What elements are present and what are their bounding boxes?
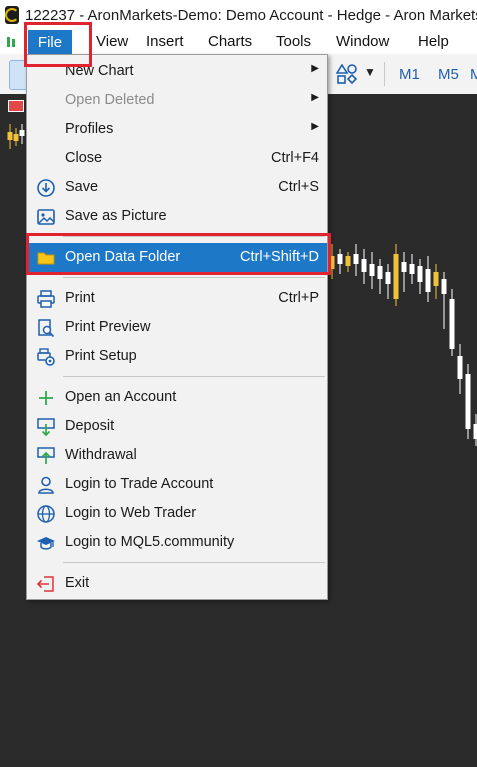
exit-icon (35, 573, 57, 595)
menu-separator (63, 236, 325, 237)
timeframe-m5[interactable]: M5 (438, 66, 459, 83)
candle-body (337, 254, 343, 264)
menu-insert[interactable]: Insert (146, 33, 184, 50)
menu-item-profiles[interactable]: Profiles ▶ (27, 115, 327, 144)
save-icon (35, 177, 57, 199)
menu-item-new-chart[interactable]: New Chart ▶ (27, 57, 327, 86)
shortcut-label: Ctrl+P (278, 290, 319, 306)
print-setup-icon (35, 346, 57, 368)
printer-icon (35, 288, 57, 310)
menu-item-login-trade-account[interactable]: Login to Trade Account (27, 470, 327, 499)
candle-body (465, 374, 471, 429)
shapes-icon[interactable] (336, 64, 358, 84)
candle-body (353, 254, 359, 264)
menu-item-deposit[interactable]: Deposit (27, 412, 327, 441)
timeframe-m1[interactable]: M1 (399, 66, 420, 83)
menu-window[interactable]: Window (336, 33, 389, 50)
menu-item-close[interactable]: Close Ctrl+F4 (27, 144, 327, 173)
menu-help[interactable]: Help (418, 33, 449, 50)
menu-separator (63, 376, 325, 377)
timeframe-more[interactable]: M (470, 66, 477, 83)
candle-body (409, 264, 415, 274)
file-menu-dropdown: New Chart ▶ Open Deleted ▶ Profiles ▶ Cl… (26, 54, 328, 600)
shortcut-label: Ctrl+Shift+D (240, 249, 319, 265)
candle-body (449, 299, 455, 349)
menu-separator (63, 277, 325, 278)
submenu-arrow-icon: ▶ (311, 92, 319, 103)
candle-body (457, 356, 463, 379)
app-logo-icon (5, 6, 19, 24)
candle-body (473, 424, 477, 439)
title-bar: 122237 - AronMarkets-Demo: Demo Account … (0, 0, 477, 30)
menu-charts[interactable]: Charts (208, 33, 252, 50)
menu-item-save-as-picture[interactable]: Save as Picture (27, 202, 327, 231)
deposit-icon (35, 416, 57, 438)
shortcut-label: Ctrl+F4 (271, 150, 319, 166)
menu-item-open-data-folder[interactable]: Open Data Folder Ctrl+Shift+D (27, 243, 327, 272)
candle-body (425, 269, 431, 292)
menu-item-print-preview[interactable]: Print Preview (27, 313, 327, 342)
candle-body (19, 130, 25, 136)
candle-body (369, 264, 375, 276)
submenu-arrow-icon: ▶ (311, 63, 319, 74)
plus-icon (35, 387, 57, 409)
shortcut-label: Ctrl+S (278, 179, 319, 195)
print-preview-icon (35, 317, 57, 339)
candle-body (433, 272, 439, 286)
user-icon (35, 474, 57, 496)
menu-item-print[interactable]: Print Ctrl+P (27, 284, 327, 313)
menu-item-exit[interactable]: Exit (27, 569, 327, 598)
menu-item-save[interactable]: Save Ctrl+S (27, 173, 327, 202)
chevron-down-icon[interactable]: ▼ (364, 65, 376, 79)
submenu-arrow-icon: ▶ (311, 121, 319, 132)
toolbar-divider (384, 62, 385, 86)
candle-body (329, 256, 335, 269)
menu-file[interactable]: File (28, 30, 72, 54)
candle-body (361, 259, 367, 272)
menu-bar: File View Insert Charts Tools Window Hel… (0, 30, 477, 54)
menu-item-open-account[interactable]: Open an Account (27, 383, 327, 412)
candle-body (385, 272, 391, 284)
candle-body (393, 254, 399, 299)
candle-body (441, 279, 447, 294)
menu-view[interactable]: View (96, 33, 128, 50)
window-title: 122237 - AronMarkets-Demo: Demo Account … (25, 6, 477, 24)
graduation-cap-icon (35, 532, 57, 554)
globe-icon (35, 503, 57, 525)
menu-item-print-setup[interactable]: Print Setup (27, 342, 327, 371)
toolbar-grip-icon (7, 37, 15, 47)
menu-item-login-web-trader[interactable]: Login to Web Trader (27, 499, 327, 528)
picture-icon (35, 206, 57, 228)
menu-item-open-deleted[interactable]: Open Deleted ▶ (27, 86, 327, 115)
candle-body (401, 262, 407, 272)
candle-body (417, 266, 423, 282)
menu-item-login-mql5-community[interactable]: Login to MQL5.community (27, 528, 327, 557)
menu-separator (63, 562, 325, 563)
menu-item-withdrawal[interactable]: Withdrawal (27, 441, 327, 470)
candle-body (377, 266, 383, 279)
candle-body (13, 134, 19, 141)
folder-icon (35, 247, 57, 269)
menu-tools[interactable]: Tools (276, 33, 311, 50)
candle-body (7, 132, 13, 140)
candle-body (345, 256, 351, 266)
withdrawal-icon (35, 445, 57, 467)
